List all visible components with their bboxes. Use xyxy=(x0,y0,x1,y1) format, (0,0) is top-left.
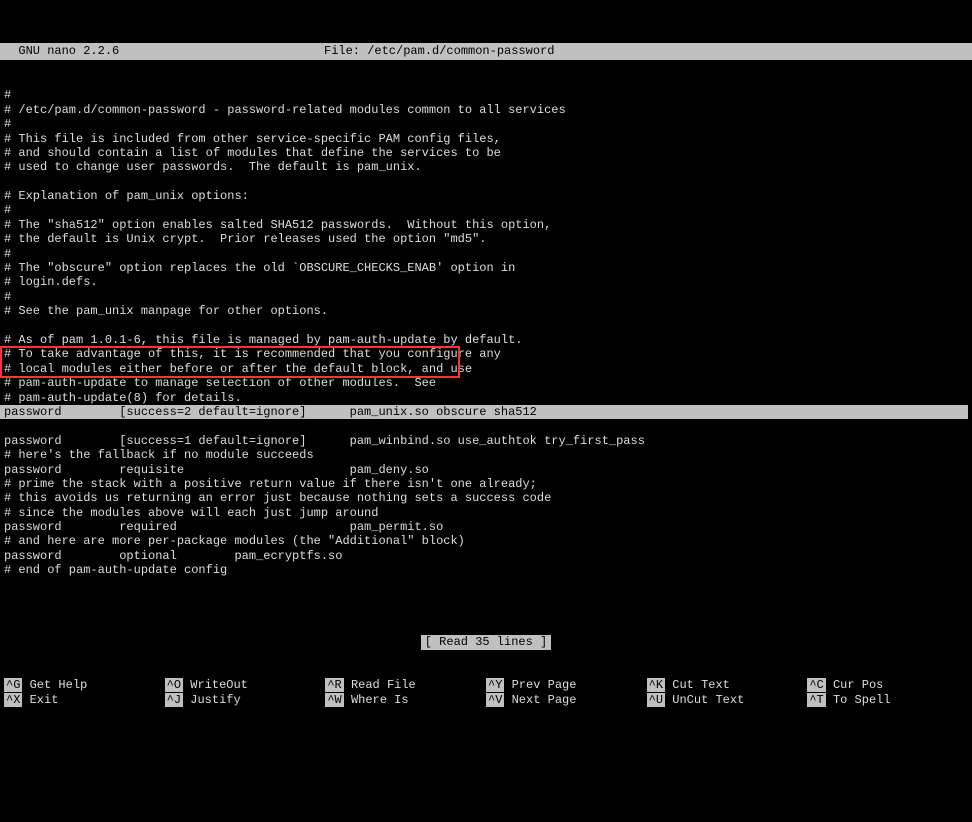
line: # the default is Unix crypt. Prior relea… xyxy=(4,232,486,246)
line: # and here are more per-package modules … xyxy=(4,534,465,548)
shortcut-to-spell[interactable]: ^T To Spell xyxy=(807,693,968,707)
shortcut-prev-page[interactable]: ^Y Prev Page xyxy=(486,678,647,692)
line: # This file is included from other servi… xyxy=(4,132,501,146)
line: # prime the stack with a positive return… xyxy=(4,477,537,491)
line: # used to change user passwords. The def… xyxy=(4,160,422,174)
shortcut-bar: ^G Get Help ^O WriteOut ^R Read File ^Y … xyxy=(0,678,972,707)
shortcut-read-file[interactable]: ^R Read File xyxy=(325,678,486,692)
line: # here's the fallback if no module succe… xyxy=(4,448,314,462)
line: # The "obscure" option replaces the old … xyxy=(4,261,515,275)
line: password required pam_permit.so xyxy=(4,520,443,534)
line: # Explanation of pam_unix options: xyxy=(4,189,249,203)
line: # since the modules above will each just… xyxy=(4,506,378,520)
line: # xyxy=(4,203,11,217)
shortcut-cur-pos[interactable]: ^C Cur Pos xyxy=(807,678,968,692)
line: # To take advantage of this, it is recom… xyxy=(4,347,501,361)
editor-content[interactable]: # # /etc/pam.d/common-password - passwor… xyxy=(0,88,972,577)
status-message: [ Read 35 lines ] xyxy=(421,635,551,649)
nano-filename: File: /etc/pam.d/common-password xyxy=(324,44,968,58)
line: # and should contain a list of modules t… xyxy=(4,146,501,160)
line: # this avoids us returning an error just… xyxy=(4,491,551,505)
line: password [success=1 default=ignore] pam_… xyxy=(4,434,645,448)
line: # pam-auth-update to manage selection of… xyxy=(4,376,436,390)
shortcut-get-help[interactable]: ^G Get Help xyxy=(4,678,165,692)
line: # xyxy=(4,247,11,261)
line: # end of pam-auth-update config xyxy=(4,563,227,577)
shortcut-exit[interactable]: ^X Exit xyxy=(4,693,165,707)
line: # As of pam 1.0.1-6, this file is manage… xyxy=(4,333,522,347)
line: # pam-auth-update(8) for details. xyxy=(4,391,242,405)
shortcut-next-page[interactable]: ^V Next Page xyxy=(486,693,647,707)
shortcut-writeout[interactable]: ^O WriteOut xyxy=(165,678,326,692)
line: # login.defs. xyxy=(4,275,98,289)
line: password optional pam_ecryptfs.so xyxy=(4,549,342,563)
shortcut-cut-text[interactable]: ^K Cut Text xyxy=(647,678,808,692)
shortcut-where-is[interactable]: ^W Where Is xyxy=(325,693,486,707)
line: # xyxy=(4,88,11,102)
shortcut-uncut-text[interactable]: ^U UnCut Text xyxy=(647,693,808,707)
line-highlighted: password [success=2 default=ignore] pam_… xyxy=(0,405,968,419)
status-bar: [ Read 35 lines ] xyxy=(0,635,972,649)
line: # xyxy=(4,290,11,304)
line: # local modules either before or after t… xyxy=(4,362,472,376)
line: # /etc/pam.d/common-password - password-… xyxy=(4,103,566,117)
line: # xyxy=(4,117,11,131)
nano-version: GNU nano 2.2.6 xyxy=(4,44,324,58)
line: password requisite pam_deny.so xyxy=(4,463,429,477)
line: # See the pam_unix manpage for other opt… xyxy=(4,304,328,318)
nano-titlebar: GNU nano 2.2.6 File: /etc/pam.d/common-p… xyxy=(0,43,972,59)
line: # The "sha512" option enables salted SHA… xyxy=(4,218,551,232)
shortcut-justify[interactable]: ^J Justify xyxy=(165,693,326,707)
